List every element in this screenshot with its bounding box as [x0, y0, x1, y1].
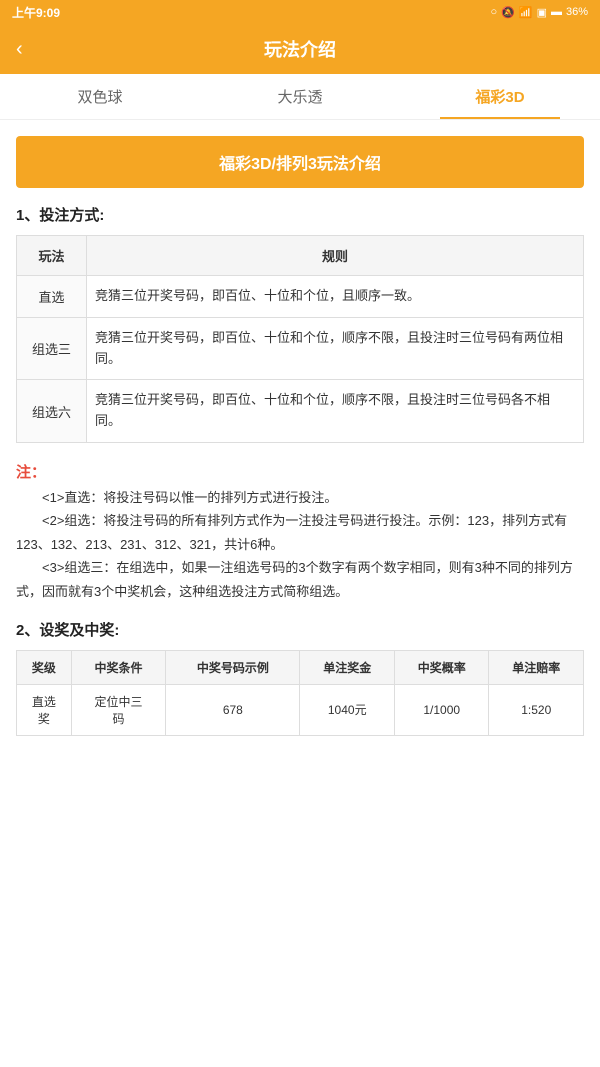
table-row: 组选六 竞猜三位开奖号码，即百位、十位和个位，顺序不限，且投注时三位号码各不相同…: [17, 380, 584, 443]
prize-col-ratio: 单注赔率: [489, 650, 584, 684]
prize-level: 直选奖: [17, 684, 72, 735]
prize-col-example: 中奖号码示例: [166, 650, 300, 684]
prize-row: 直选奖 定位中三码 678 1040元 1/1000 1:520: [17, 684, 584, 735]
note-item-3: <3>组选三：在组选中，如果一注组选号码的3个数字有两个数字相同，则有3种不同的…: [16, 556, 584, 603]
game-name-zhixuan: 直选: [17, 276, 87, 318]
prize-col-probability: 中奖概率: [394, 650, 489, 684]
prize-amount: 1040元: [300, 684, 395, 735]
section2-title: 2、设奖及中奖:: [16, 619, 584, 640]
note-label: 注：: [16, 464, 46, 481]
banner: 福彩3D/排列3玩法介绍: [16, 136, 584, 188]
game-rule-zuxuan3: 竞猜三位开奖号码，即百位、十位和个位，顺序不限，且投注时三位号码有两位相同。: [87, 317, 584, 380]
tab-daletou[interactable]: 大乐透: [200, 74, 400, 119]
prize-ratio: 1:520: [489, 684, 584, 735]
prize-condition: 定位中三码: [71, 684, 166, 735]
prize-table: 奖级 中奖条件 中奖号码示例 单注奖金 中奖概率 单注赔率 直选奖 定位中三码 …: [16, 650, 584, 736]
game-rule-zuxuan6: 竞猜三位开奖号码，即百位、十位和个位，顺序不限，且投注时三位号码各不相同。: [87, 380, 584, 443]
status-bar: 上午9:09 ○ 🔕 📶 ▣ ▬ 36%: [0, 0, 600, 24]
section1-title: 1、投注方式:: [16, 204, 584, 225]
tab-shuangseqiu[interactable]: 双色球: [0, 74, 200, 119]
prize-col-level: 奖级: [17, 650, 72, 684]
col-header-gametype: 玩法: [17, 236, 87, 276]
note-item-1: <1>直选：将投注号码以惟一的排列方式进行投注。: [16, 486, 584, 509]
tab-bar: 双色球 大乐透 福彩3D: [0, 74, 600, 120]
battery-icon: ▬: [551, 6, 562, 18]
back-button[interactable]: ‹: [16, 38, 23, 61]
game-rule-zhixuan: 竞猜三位开奖号码，即百位、十位和个位，且顺序一致。: [87, 276, 584, 318]
prize-example: 678: [166, 684, 300, 735]
game-rules-table: 玩法 规则 直选 竞猜三位开奖号码，即百位、十位和个位，且顺序一致。 组选三 竞…: [16, 235, 584, 443]
wifi-icon: 📶: [519, 6, 533, 19]
table-row: 直选 竞猜三位开奖号码，即百位、十位和个位，且顺序一致。: [17, 276, 584, 318]
prize-col-condition: 中奖条件: [71, 650, 166, 684]
game-name-zuxuan3: 组选三: [17, 317, 87, 380]
status-icons: ○ 🔕 📶 ▣ ▬ 36%: [491, 6, 589, 19]
prize-col-prize: 单注奖金: [300, 650, 395, 684]
game-name-zuxuan6: 组选六: [17, 380, 87, 443]
col-header-rule: 规则: [87, 236, 584, 276]
clock-icon: ○: [491, 6, 498, 18]
prize-probability: 1/1000: [394, 684, 489, 735]
header: ‹ 玩法介绍: [0, 24, 600, 74]
note-item-2: <2>组选：将投注号码的所有排列方式作为一注投注号码进行投注。示例：123，排列…: [16, 509, 584, 556]
status-time: 上午9:09: [12, 4, 60, 21]
tab-fucai3d[interactable]: 福彩3D: [400, 74, 600, 119]
table-row: 组选三 竞猜三位开奖号码，即百位、十位和个位，顺序不限，且投注时三位号码有两位相…: [17, 317, 584, 380]
bell-icon: 🔕: [501, 6, 515, 19]
notes-section: 注： <1>直选：将投注号码以惟一的排列方式进行投注。 <2>组选：将投注号码的…: [16, 459, 584, 603]
content-area: 福彩3D/排列3玩法介绍 1、投注方式: 玩法 规则 直选 竞猜三位开奖号码，即…: [0, 120, 600, 752]
signal-icon: ▣: [537, 6, 547, 19]
battery-percent: 36%: [566, 6, 588, 18]
page-title: 玩法介绍: [264, 36, 336, 62]
